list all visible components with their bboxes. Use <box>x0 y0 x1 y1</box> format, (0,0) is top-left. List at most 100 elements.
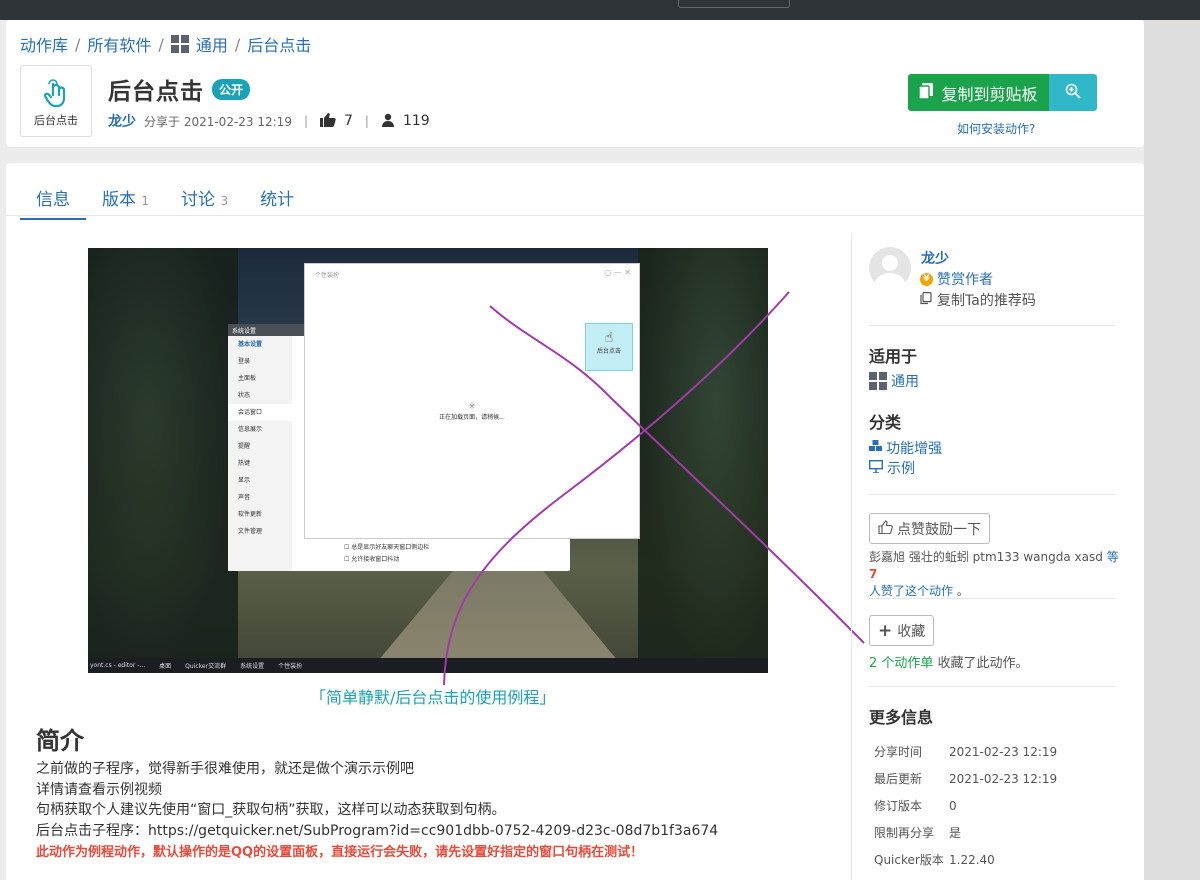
settings-item: 显示 <box>238 477 251 484</box>
applies-general-link[interactable]: 通用 <box>869 371 919 391</box>
info-key: 限制再分享 <box>874 826 935 840</box>
grid-icon <box>869 372 887 390</box>
info-value: 1.22.40 <box>949 852 995 867</box>
action-header-card: 动作库 / 所有软件 / 通用 / 后台点击 后台点击 后台点击 公开 龙少 分… <box>6 20 1144 147</box>
settings-item: 提醒 <box>238 443 251 450</box>
donate-label: 赞赏作者 <box>937 272 993 288</box>
coin-icon: ¥ <box>920 272 933 286</box>
likes-count: 7 <box>344 113 353 129</box>
favorite-lists-link[interactable]: 2 个动作单 <box>869 656 933 671</box>
action-tile: ☝ 后台点击 <box>585 323 633 371</box>
author-link[interactable]: 龙少 <box>108 111 136 131</box>
like-button[interactable]: 点赞鼓励一下 <box>869 513 990 544</box>
copy-button-label: 复制到剪贴板 <box>941 84 1038 104</box>
loading-text: ✳ 正在加载页面，请稍候... <box>439 402 505 421</box>
tile-label: 后台点击 <box>596 348 621 355</box>
favorite-button-label: 收藏 <box>897 623 926 640</box>
settings-options: ☐ 总是显示好友聊天窗口侧边栏 ☐ 允许接收窗口抖动 <box>344 542 429 566</box>
settings-item: 登录 <box>238 358 251 365</box>
applies-value: 通用 <box>891 374 919 390</box>
hand-pointer-icon: ☝ <box>604 330 614 346</box>
breadcrumb-action-library[interactable]: 动作库 <box>20 32 68 56</box>
info-row: Quicker版本 1.22.40 <box>874 846 1057 873</box>
favorite-button[interactable]: + 收藏 <box>869 615 935 646</box>
copy-referral-code-link[interactable]: 复制Ta的推荐码 <box>920 290 1036 310</box>
personal-dressup-window: 个性装扮 ○ — ✕ ✳ 正在加载页面，请稍候... ☝ 后台点击 <box>304 263 640 539</box>
category-link-enhance[interactable]: 功能增强 <box>869 438 942 458</box>
info-key: Quicker版本 <box>874 853 944 867</box>
thumbs-up-icon <box>320 112 336 130</box>
breadcrumb-separator: / <box>158 34 164 54</box>
main-content-card: 信息 版本 1 讨论 3 统计 系统设置 基本设置 登录 主面板 状态 会话窗口… <box>6 163 1144 880</box>
settings-item: 会话窗口 <box>228 404 292 421</box>
meta-row: 龙少 分享于 2021-02-23 12:19 | 7 | 119 <box>108 111 430 131</box>
breadcrumb-all-software[interactable]: 所有软件 <box>87 32 151 56</box>
forest-right <box>638 248 768 673</box>
breadcrumb-separator: / <box>75 34 81 54</box>
donate-author-link[interactable]: ¥ 赞赏作者 <box>920 269 993 289</box>
settings-item: 声音 <box>238 494 251 501</box>
avatar[interactable] <box>869 247 911 289</box>
settings-option: ☐ 允许接收窗口抖动 <box>344 556 400 563</box>
intro-body: 之前做的子程序，觉得新手很难使用，就还是做个演示示例吧 详情请查看示例视频 句柄… <box>36 759 718 864</box>
favorite-suffix: 收藏了此动作。 <box>937 656 1029 671</box>
page-title: 后台点击 <box>108 79 204 105</box>
info-row: 最后更新 2021-02-23 12:19 <box>874 765 1057 792</box>
divider: | <box>364 114 369 128</box>
settings-item: 热键 <box>238 460 251 467</box>
intro-line: 详情请查看示例视频 <box>36 781 162 798</box>
settings-item: 主面板 <box>238 375 257 382</box>
settings-item: 软件更新 <box>238 511 263 518</box>
hand-pointer-icon <box>21 78 91 110</box>
intro-warning: 此动作为例程动作，默认操作的是QQ的设置面板，直接运行会失败，请先设置好指定的窗… <box>36 845 644 860</box>
tab-label: 版本 <box>102 190 136 210</box>
example-screenshot[interactable]: 系统设置 基本设置 登录 主面板 状态 会话窗口 信息展示 提醒 热键 显示 声… <box>88 248 768 673</box>
how-to-install-link[interactable]: 如何安装动作? <box>957 120 1035 137</box>
likers-count[interactable]: 7 <box>869 567 877 581</box>
zoom-in-button[interactable] <box>1049 74 1097 111</box>
sidebar-author-link[interactable]: 龙少 <box>921 248 949 268</box>
window-controls-icon: ○ — ✕ <box>604 268 631 277</box>
thumbs-up-outline-icon <box>878 519 893 538</box>
cubes-icon <box>869 440 882 456</box>
right-gutter <box>1144 20 1200 880</box>
tab-label: 统计 <box>260 190 295 210</box>
info-row: 分享时间 2021-02-23 12:19 <box>874 738 1057 765</box>
divider <box>869 686 1115 687</box>
info-sidebar: 龙少 ¥ 赞赏作者 复制Ta的推荐码 适用于 通用 分类 功能增强 示例 点赞鼓… <box>851 233 1119 880</box>
divider: | <box>303 114 308 128</box>
category-label: 示例 <box>887 461 915 477</box>
copy-to-clipboard-button[interactable]: 复制到剪贴板 <box>908 74 1049 111</box>
likers-list: 彭嘉旭 强壮的蚯蚓 ptm133 wangda xasd 等 7 人赞了这个动作… <box>869 549 1119 600</box>
breadcrumb-current[interactable]: 后台点击 <box>247 32 311 56</box>
users-count: 119 <box>402 113 430 129</box>
screenshot-caption: 「简单静默/后台点击的使用例程」 <box>310 688 556 707</box>
taskbar: yont.cs - editor -... 桌面 Quicker交流群 系统设置… <box>88 658 768 673</box>
breadcrumb-general[interactable]: 通用 <box>196 32 228 56</box>
intro-line: 句柄获取个人建议先使用“窗口_获取句柄”获取，这样可以动态获取到句柄。 <box>36 802 506 818</box>
more-info-table: 分享时间 2021-02-23 12:19 最后更新 2021-02-23 12:1… <box>874 738 1057 873</box>
likers-suffix[interactable]: 人赞了这个动作 <box>869 584 953 598</box>
clipboard-icon <box>918 82 934 103</box>
tab-count: 3 <box>220 194 229 208</box>
taskbar-item: yont.cs - editor -... <box>90 662 146 669</box>
info-key: 最后更新 <box>874 772 923 786</box>
settings-tab: 基本设置 <box>238 341 263 348</box>
category-heading: 分类 <box>869 413 902 432</box>
intro-heading: 简介 <box>36 727 84 755</box>
likers-more-link[interactable]: 等 <box>1107 550 1119 564</box>
personal-window-title: 个性装扮 <box>315 272 340 279</box>
info-row: 修订版本 0 <box>874 792 1057 819</box>
title-row: 后台点击 公开 <box>108 72 251 106</box>
info-row: 限制再分享是 <box>874 819 1057 846</box>
presentation-icon <box>868 459 884 477</box>
category-link-example[interactable]: 示例 <box>868 458 915 478</box>
info-value: 2021-02-23 12:19 <box>949 744 1058 759</box>
intro-line: 之前做的子程序，觉得新手很难使用，就还是做个演示示例吧 <box>36 761 414 777</box>
user-icon <box>381 113 395 130</box>
breadcrumb-separator: / <box>234 34 241 54</box>
divider <box>869 598 1115 599</box>
action-icon-box: 后台点击 <box>20 65 92 137</box>
search-box[interactable] <box>678 0 790 8</box>
shared-date: 分享于 2021-02-23 12:19 <box>144 114 292 129</box>
